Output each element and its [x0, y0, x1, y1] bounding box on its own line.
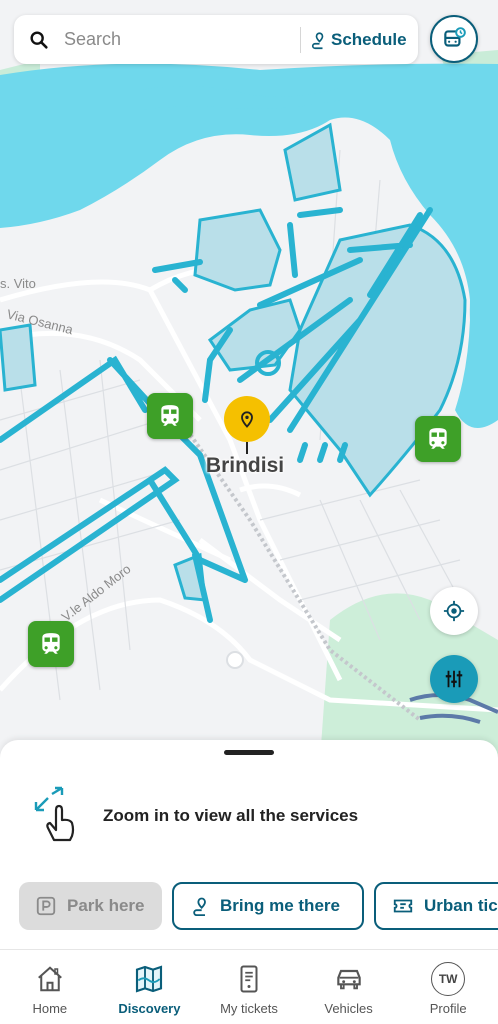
nav-label: Profile: [429, 1001, 467, 1016]
bus-clock-icon: [444, 27, 466, 47]
street-label: s. Vito: [0, 276, 36, 291]
search-bar: Schedule: [14, 15, 418, 64]
park-here-label: Park here: [67, 896, 145, 915]
pin-stem: [246, 442, 248, 454]
pinch-zoom-icon: [34, 786, 75, 842]
park-here-button[interactable]: Park here: [19, 882, 162, 930]
urban-tickets-label: Urban tic: [424, 896, 498, 915]
parking-icon: [36, 896, 56, 916]
city-label: Brindisi: [205, 454, 285, 477]
route-pin-icon: [193, 897, 206, 916]
bottom-navigation: Home Discovery My tickets Vehicles TW Pr…: [0, 949, 498, 1024]
bring-me-there-label: Bring me there: [220, 896, 340, 915]
schedule-button[interactable]: Schedule: [309, 30, 407, 50]
my-location-button[interactable]: [430, 587, 478, 635]
zoom-message: Zoom in to view all the services: [103, 806, 359, 825]
home-icon: [37, 966, 62, 992]
nav-label: Home: [32, 1001, 68, 1016]
sheet-drag-handle[interactable]: [224, 750, 274, 755]
map-view[interactable]: s. Vito Via Osanna V.le Aldo Moro: [0, 0, 498, 760]
nav-item-vehicles[interactable]: Vehicles: [299, 950, 399, 1024]
train-icon: [429, 428, 447, 449]
nav-label: My tickets: [220, 1001, 278, 1016]
car-icon: [336, 969, 361, 990]
bottom-sheet: Zoom in to view all the services Park he…: [0, 740, 498, 950]
route-pin-icon: [311, 31, 324, 49]
nav-item-home[interactable]: Home: [0, 950, 100, 1024]
search-icon: [30, 30, 48, 49]
city-marker[interactable]: [224, 396, 270, 442]
location-pin-icon: [241, 411, 253, 428]
nav-item-discovery[interactable]: Discovery: [100, 950, 200, 1024]
ticket-icon: [393, 899, 413, 913]
nav-item-my-tickets[interactable]: My tickets: [199, 950, 299, 1024]
search-input[interactable]: [64, 29, 284, 50]
nav-item-profile[interactable]: TW Profile: [398, 950, 498, 1024]
map-icon: [136, 965, 163, 993]
crosshair-icon: [443, 600, 465, 622]
search-divider: [300, 26, 301, 53]
map-canvas: s. Vito Via Osanna V.le Aldo Moro: [0, 0, 498, 760]
train-station-marker[interactable]: [415, 416, 461, 462]
schedule-label: Schedule: [331, 29, 407, 49]
nav-label: Vehicles: [324, 1001, 373, 1016]
filter-button[interactable]: [430, 655, 478, 703]
train-station-marker[interactable]: [147, 393, 193, 439]
train-icon: [161, 405, 179, 426]
urban-tickets-button[interactable]: Urban tic: [374, 882, 498, 930]
avatar: TW: [431, 962, 466, 996]
bring-me-there-button[interactable]: Bring me there: [172, 882, 364, 930]
train-icon: [42, 633, 60, 654]
train-station-marker[interactable]: [28, 621, 74, 667]
transit-schedule-button[interactable]: [430, 15, 478, 63]
ticket-icon: [240, 965, 258, 993]
sliders-icon: [445, 670, 463, 688]
nav-label: Discovery: [118, 1001, 181, 1016]
